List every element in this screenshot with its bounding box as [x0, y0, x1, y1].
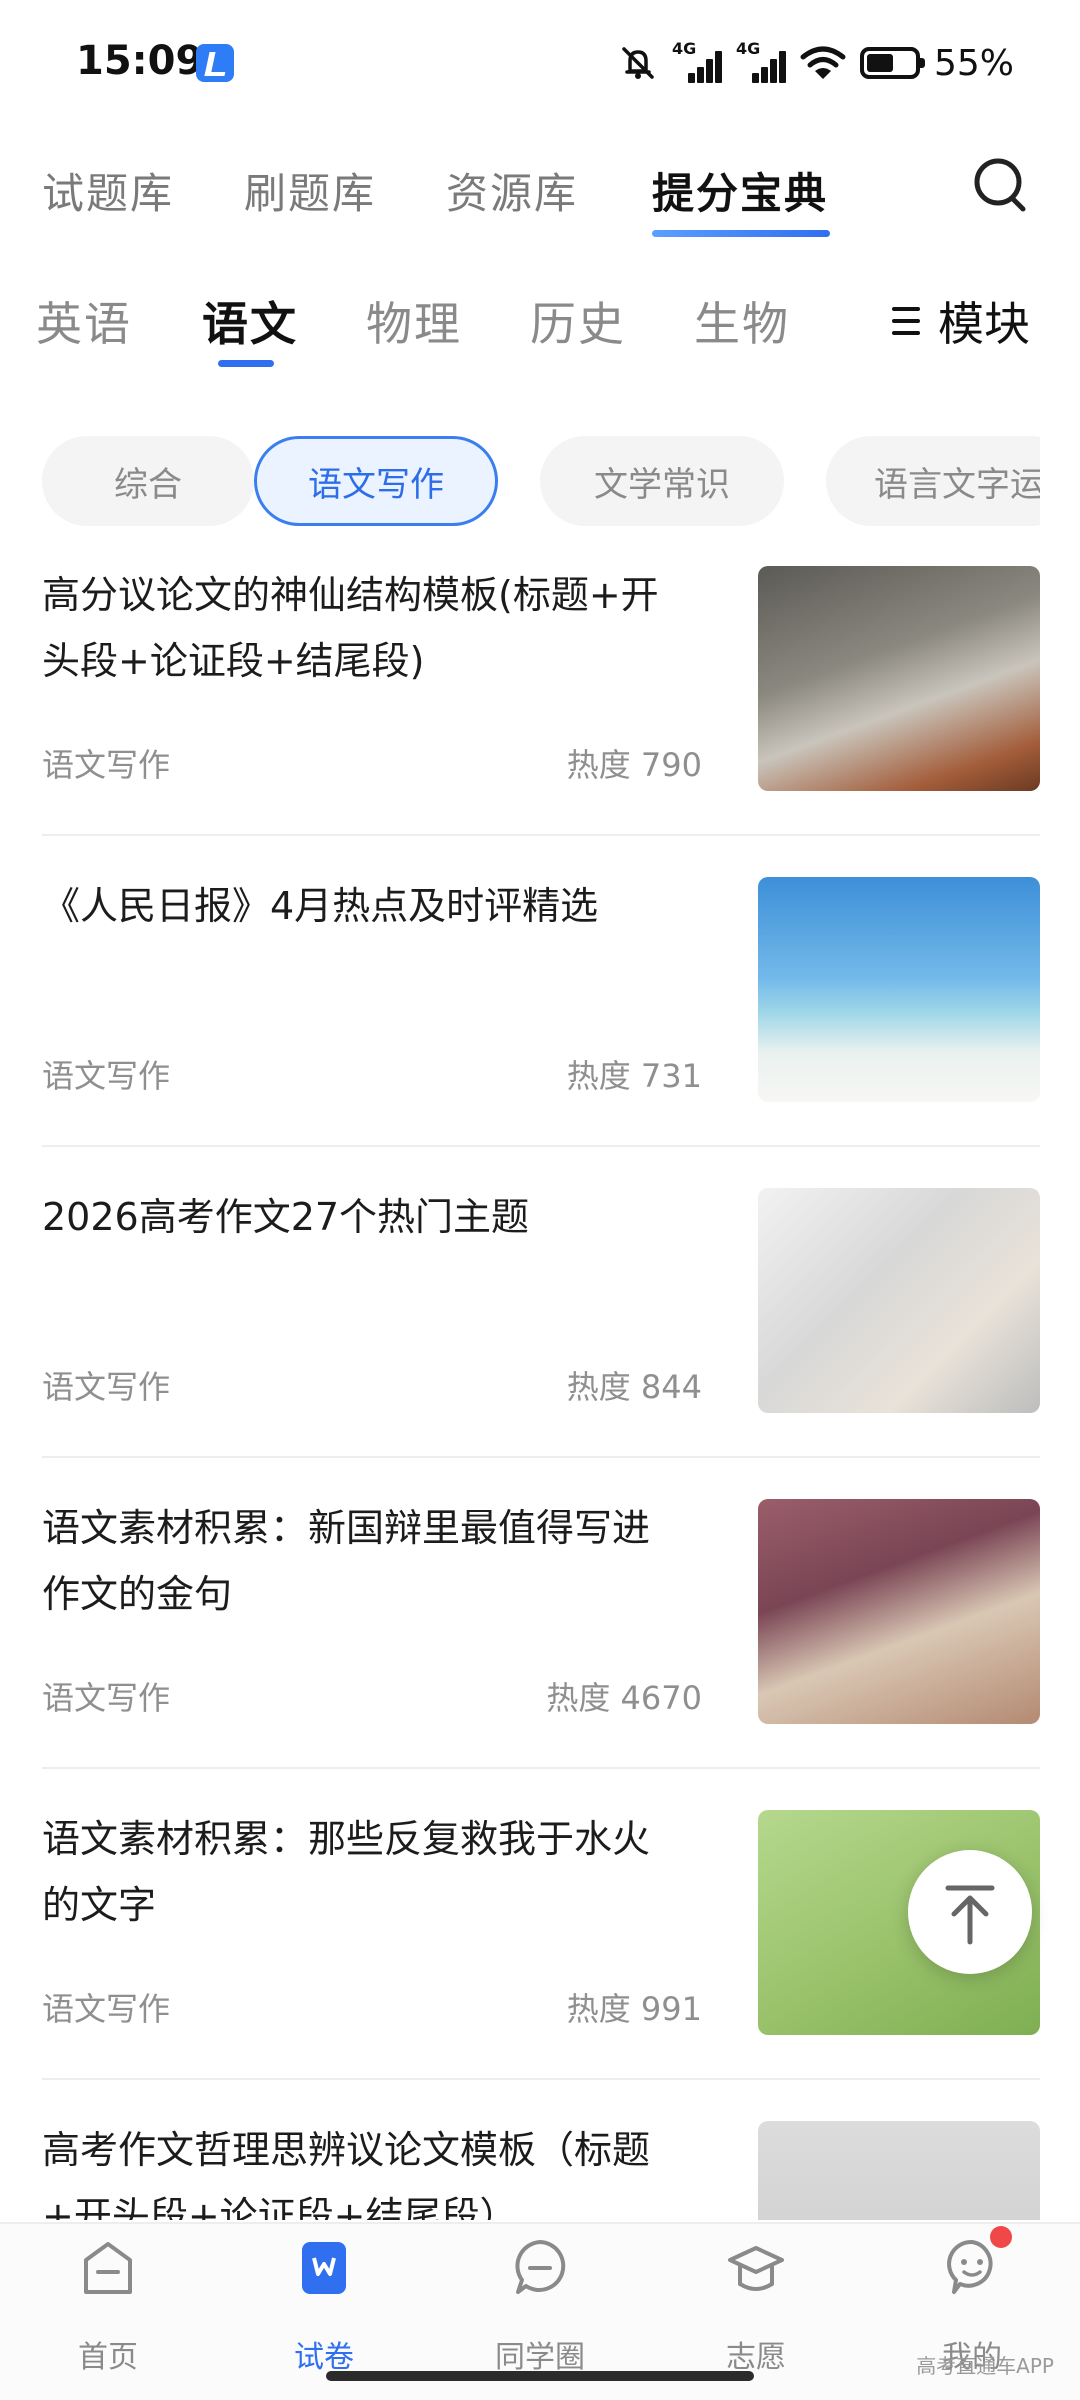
list-item[interactable]: 2026高考作文27个热门主题 语文写作 热度 844 — [42, 1162, 1040, 1473]
article-tag: 语文写作 — [42, 1057, 171, 1095]
profile-icon — [947, 2239, 993, 2294]
tab-score-guide[interactable]: 提分宝典 — [652, 160, 828, 221]
back-to-top-button[interactable] — [908, 1850, 1032, 1974]
chip-general[interactable]: 综合 — [42, 436, 254, 526]
subject-tab-biology[interactable]: 生物 — [694, 288, 790, 354]
notification-badge — [990, 2226, 1012, 2248]
signal-icon: 4G — [672, 39, 722, 83]
module-menu-button[interactable]: 模块 — [892, 288, 1030, 354]
nav-volunteer[interactable]: 志愿 — [676, 2238, 836, 2375]
battery-percent: 55% — [933, 42, 1014, 84]
article-thumbnail — [758, 877, 1040, 1102]
list-item[interactable]: 高考作文哲理思辨议论文模板（标题+开头段+论证段+结尾段） — [42, 2095, 1040, 2220]
app-notification-icon — [196, 44, 234, 82]
list-item[interactable]: 语文素材积累：新国辩里最值得写进作文的金句 语文写作 热度 4670 — [42, 1473, 1040, 1784]
battery-icon — [859, 47, 925, 79]
mute-icon — [622, 47, 654, 79]
chat-bubble-icon — [515, 2240, 566, 2294]
subject-tab-chinese[interactable]: 语文 — [202, 288, 298, 354]
subject-tab-history[interactable]: 历史 — [530, 288, 626, 354]
nav-mine[interactable]: 我的 — [892, 2238, 1052, 2375]
home-icon — [84, 2242, 132, 2294]
nav-label: 志愿 — [726, 2340, 786, 2375]
article-list: 高分议论文的神仙结构模板(标题+开头段+论证段+结尾段) 语文写作 热度 790… — [0, 540, 1080, 2220]
article-title: 高分议论文的神仙结构模板(标题+开头段+论证段+结尾段) — [42, 573, 659, 683]
status-time: 15:09 — [76, 38, 204, 84]
active-subject-indicator — [218, 360, 274, 367]
article-heat: 热度 844 — [566, 1368, 702, 1406]
article-tag: 语文写作 — [42, 746, 171, 784]
article-tag: 语文写作 — [42, 1990, 171, 2028]
chip-overflow-mask — [1040, 420, 1080, 540]
exam-paper-icon — [302, 2242, 346, 2294]
active-tab-indicator — [652, 230, 830, 237]
chip-literary-knowledge[interactable]: 文学常识 — [540, 436, 784, 526]
chip-chinese-writing[interactable]: 语文写作 — [254, 436, 498, 526]
graduation-cap-icon — [728, 2246, 784, 2291]
article-title: 语文素材积累：新国辩里最值得写进作文的金句 — [42, 1506, 651, 1616]
divider — [42, 1456, 1040, 1458]
menu-icon — [892, 305, 920, 337]
tab-question-bank[interactable]: 试题库 — [42, 160, 174, 221]
article-title: 高考作文哲理思辨议论文模板（标题+开头段+论证段+结尾段） — [42, 2128, 651, 2220]
top-tab-bar: 试题库 刷题库 资源库 提分宝典 — [0, 150, 1080, 240]
status-bar: 15:09 4G 4G 55% — [0, 0, 1080, 120]
tab-practice-bank[interactable]: 刷题库 — [244, 160, 376, 221]
article-title: 语文素材积累：那些反复救我于水火的文字 — [42, 1817, 651, 1927]
nav-label: 首页 — [78, 2340, 138, 2375]
module-label: 模块 — [938, 297, 1030, 351]
article-thumbnail — [758, 566, 1040, 791]
nav-label: 试卷 — [294, 2340, 354, 2375]
article-title: 2026高考作文27个热门主题 — [42, 1195, 530, 1239]
nav-label: 同学圈 — [495, 2340, 585, 2375]
search-icon[interactable] — [972, 156, 1028, 216]
article-thumbnail — [758, 1499, 1040, 1724]
article-heat: 热度 4670 — [546, 1679, 702, 1717]
subject-tab-physics[interactable]: 物理 — [366, 288, 462, 354]
list-item[interactable]: 高分议论文的神仙结构模板(标题+开头段+论证段+结尾段) 语文写作 热度 790 — [42, 540, 1040, 851]
subject-tab-english[interactable]: 英语 — [36, 288, 132, 354]
watermark: 高考直通车APP — [916, 2354, 1054, 2378]
nav-home[interactable]: 首页 — [28, 2238, 188, 2375]
divider — [42, 2078, 1040, 2080]
chip-language-usage[interactable]: 语言文字运用 — [826, 436, 1076, 526]
article-heat: 热度 790 — [566, 746, 702, 784]
network-label: 4G — [671, 39, 697, 58]
article-thumbnail — [758, 1188, 1040, 1413]
list-item[interactable]: 语文素材积累：那些反复救我于水火的文字 语文写作 热度 991 — [42, 1784, 1040, 2095]
article-thumbnail — [758, 2121, 1040, 2220]
home-indicator[interactable] — [326, 2371, 754, 2381]
network-label: 4G — [735, 39, 761, 58]
article-tag: 语文写作 — [42, 1368, 171, 1406]
divider — [42, 1767, 1040, 1769]
nav-classmates[interactable]: 同学圈 — [460, 2238, 620, 2375]
signal-icon: 4G — [736, 39, 786, 83]
divider — [42, 834, 1040, 836]
status-icons: 4G 4G 55% — [618, 39, 1014, 86]
article-title: 《人民日报》4月热点及时评精选 — [42, 884, 599, 928]
article-heat: 热度 991 — [566, 1990, 702, 2028]
tab-resource-bank[interactable]: 资源库 — [446, 160, 578, 221]
wifi-icon — [800, 46, 846, 79]
article-tag: 语文写作 — [42, 1679, 171, 1717]
list-item[interactable]: 《人民日报》4月热点及时评精选 语文写作 热度 731 — [42, 851, 1040, 1162]
divider — [42, 1145, 1040, 1147]
article-heat: 热度 731 — [566, 1057, 702, 1095]
nav-exam[interactable]: 试卷 — [244, 2238, 404, 2375]
